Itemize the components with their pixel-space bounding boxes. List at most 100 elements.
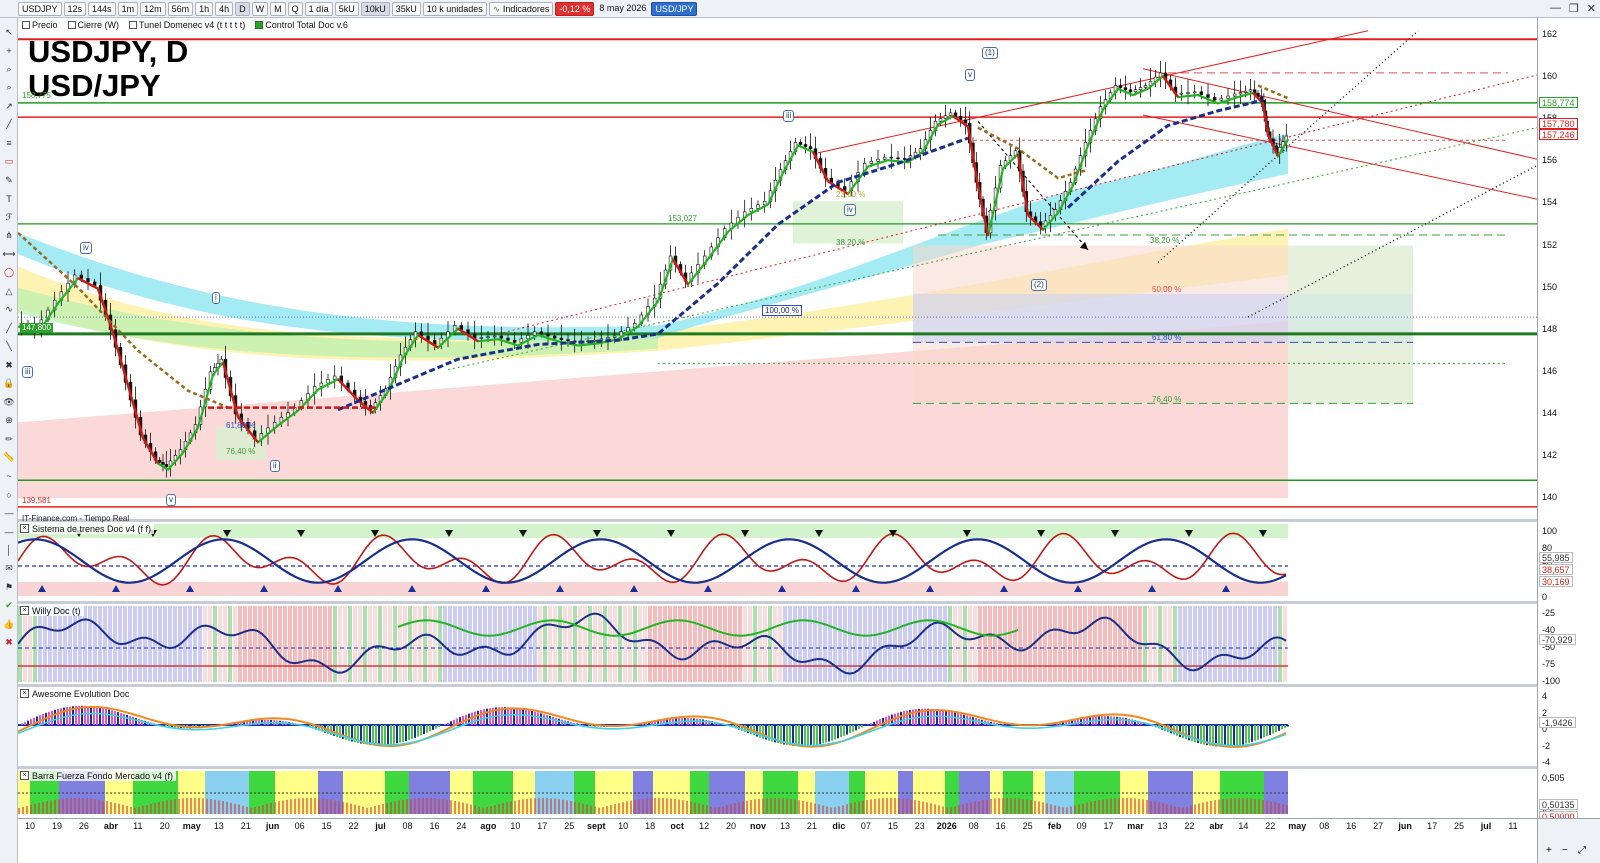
strength-bar (834, 807, 836, 814)
checkbox-icon[interactable] (67, 21, 76, 29)
flag-icon[interactable]: ⚑ (3, 581, 15, 593)
willy-bar (618, 606, 622, 682)
pen-icon[interactable]: ✎ (3, 174, 15, 186)
interval-button-56m[interactable]: 56m (167, 1, 194, 16)
trend-alt-icon[interactable]: ╲ (3, 341, 15, 353)
strength-bar (346, 802, 348, 814)
trend-icon[interactable]: ╱ (3, 322, 15, 334)
ruler-icon[interactable]: 📏 (3, 452, 15, 464)
willy-bar (783, 606, 787, 682)
checkbox-icon[interactable] (129, 21, 138, 29)
candle (519, 338, 524, 343)
interval-button-12m[interactable]: 12m (140, 1, 166, 16)
eye-icon[interactable]: 👁 (3, 396, 15, 408)
units-selector[interactable]: 10 k unidades (422, 1, 487, 16)
vline-icon[interactable]: │ (3, 544, 15, 556)
minimize-icon[interactable]: — (1550, 2, 1561, 15)
panel-tick: -4 (1542, 757, 1551, 767)
willy-bar (63, 606, 67, 682)
chart-canvas[interactable] (18, 18, 1537, 818)
range-button-35kU[interactable]: 35kU (391, 1, 421, 16)
triangle-icon[interactable]: △ (3, 285, 15, 297)
interval-button-12s[interactable]: 12s (63, 1, 87, 16)
note-icon[interactable]: ✉ (3, 563, 15, 575)
zoom-icon[interactable]: ⌕ (3, 63, 15, 75)
fib-icon[interactable]: ℱ (3, 211, 15, 223)
brush-icon[interactable]: ~ (3, 470, 15, 482)
indicators-button[interactable]: ∿ Indicadores (488, 1, 554, 16)
close-panel-icon[interactable]: × (20, 689, 29, 698)
strength-block (450, 771, 473, 814)
interval-button-W[interactable]: W (251, 1, 269, 16)
interval-button-D[interactable]: D (235, 1, 250, 16)
price-axis[interactable]: 162160158156154152150148146144142140158,… (1537, 18, 1600, 822)
date-tick: 21 (240, 821, 251, 831)
line-icon[interactable]: — (3, 507, 15, 519)
overlay-toggle[interactable]: Precio (20, 19, 60, 31)
thumb-icon[interactable]: 👍 (3, 618, 15, 630)
interval-button-1m[interactable]: 1m (117, 1, 139, 16)
histogram-bar (450, 721, 452, 725)
period-selector[interactable]: 1 día (304, 1, 333, 16)
candle (1192, 91, 1197, 94)
checkbox-icon[interactable] (255, 21, 264, 29)
panel-tick: 0,505 (1542, 773, 1565, 783)
magnet-icon[interactable]: ⊕ (3, 415, 15, 427)
willy-bar (1128, 606, 1132, 682)
hline-icon[interactable]: ― (3, 526, 15, 538)
rectangle-icon[interactable]: ▭ (3, 156, 15, 168)
oversold-band (18, 582, 1288, 596)
symbol-selector[interactable]: USDJPY (18, 1, 62, 16)
checkbox-icon[interactable] (22, 21, 30, 29)
interval-button-4h[interactable]: 4h (215, 1, 234, 16)
overlay-toggle[interactable]: Cierre (W) (65, 19, 122, 31)
cursor-icon[interactable]: ↖ (3, 26, 15, 38)
histogram-bar (939, 709, 941, 725)
maximize-icon[interactable]: ❐ (1569, 2, 1579, 15)
willy-bar (168, 606, 172, 682)
check-icon[interactable]: ✔ (3, 600, 15, 612)
willy-bar (28, 606, 32, 682)
overlay-toggle[interactable]: Control Total Doc v.6 (253, 19, 350, 31)
close-panel-icon[interactable]: × (20, 524, 29, 533)
candle (486, 336, 490, 339)
strength-bar (78, 798, 80, 814)
histogram-bar (438, 725, 440, 728)
overlay-toggle[interactable]: Tunel Domenec v4 (t t t t t) (127, 19, 248, 31)
ellipse-icon[interactable]: ◯ (3, 267, 15, 279)
pitchfork-icon[interactable]: ⋔ (3, 230, 15, 242)
strength-bar (1206, 801, 1208, 814)
willy-bar (498, 606, 502, 682)
zoom-out-icon[interactable]: − (1562, 845, 1568, 856)
range-button-5kU[interactable]: 5kU (334, 1, 359, 16)
circle-icon[interactable]: ○ (3, 489, 15, 501)
date-axis[interactable]: 10 19 26 abr 11 20 may 13 21 jun 06 15 22 jul 08 16 24 ag… (18, 818, 1537, 863)
crosshair-icon[interactable]: + (3, 45, 15, 57)
willy-bar (623, 606, 627, 682)
fit-icon[interactable]: ⤢ (1578, 845, 1586, 856)
wave-icon[interactable]: ∿ (3, 304, 15, 316)
pencil-icon[interactable]: ✏ (3, 433, 15, 445)
histogram-bar (1002, 724, 1004, 725)
interval-button-1h[interactable]: 1h (195, 1, 214, 16)
range-button-10kU[interactable]: 10kU (360, 1, 390, 16)
interval-button-Q[interactable]: Q (287, 1, 303, 16)
cross-icon[interactable]: ✖ (3, 637, 15, 649)
histogram-bar (444, 724, 446, 725)
zoom-in-icon[interactable]: + (1546, 845, 1552, 856)
lock-icon[interactable]: 🔒 (3, 378, 15, 390)
interval-button-144s[interactable]: 144s (88, 1, 116, 16)
close-panel-icon[interactable]: × (20, 771, 29, 780)
channel-icon[interactable]: ≡ (3, 137, 15, 149)
willy-bar (823, 606, 827, 682)
arrow-icon[interactable]: ↗ (3, 100, 15, 112)
interval-button-M[interactable]: M (270, 1, 286, 16)
measure-icon[interactable]: ⟷ (3, 248, 16, 260)
zoom-out-icon[interactable]: ⌕ (3, 82, 15, 94)
ray-icon[interactable]: ╱ (3, 119, 15, 131)
close-icon[interactable]: ✕ (1587, 2, 1596, 15)
strength-bar (226, 801, 228, 814)
close-panel-icon[interactable]: × (20, 606, 29, 615)
delete-icon[interactable]: ✖ (3, 359, 15, 371)
text-icon[interactable]: T (3, 193, 15, 205)
